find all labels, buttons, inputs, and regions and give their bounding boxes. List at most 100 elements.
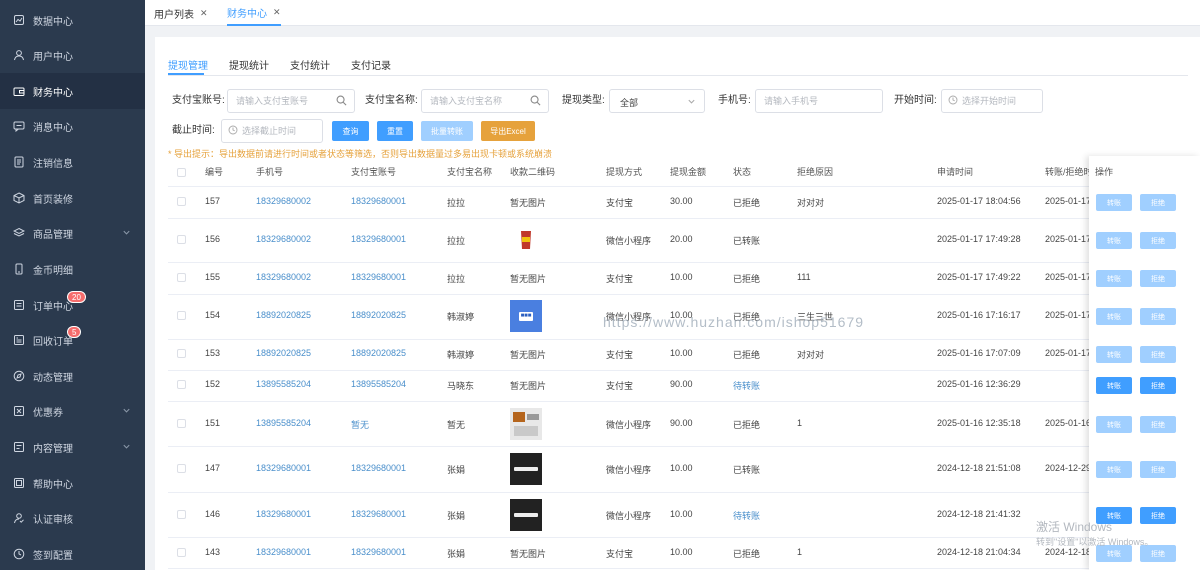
reject-button[interactable]: 拒绝 [1140, 194, 1176, 211]
sidebar-item-13[interactable]: 内容管理 [0, 429, 145, 465]
search-icon[interactable] [530, 95, 541, 109]
batch-transfer-button[interactable]: 批量转账 [421, 121, 473, 141]
cell-alipay-account[interactable]: 18892020825 [351, 348, 406, 358]
sidebar-item-14[interactable]: 帮助中心 [0, 465, 145, 501]
reject-button[interactable]: 拒绝 [1140, 232, 1176, 249]
row-divider [168, 446, 1198, 447]
cell-alipay-account[interactable]: 18329680001 [351, 234, 406, 244]
query-button[interactable]: 查询 [332, 121, 369, 141]
sidebar-item-6[interactable]: 首页装修 [0, 180, 145, 216]
sidebar-item-9[interactable]: 订单中心 20 [0, 287, 145, 323]
transfer-button[interactable]: 转账 [1096, 461, 1132, 478]
reject-button[interactable]: 拒绝 [1140, 308, 1176, 325]
row-divider [168, 401, 1198, 402]
transfer-button[interactable]: 转账 [1096, 308, 1132, 325]
start-time-wrap [941, 89, 1043, 113]
cell-phone[interactable]: 13895585204 [256, 379, 311, 389]
cell-phone[interactable]: 18329680001 [256, 509, 311, 519]
select-all-checkbox[interactable] [177, 168, 186, 177]
cell-amount: 90.00 [670, 379, 693, 389]
cell-phone[interactable]: 13895585204 [256, 418, 311, 428]
row-checkbox[interactable] [177, 510, 186, 519]
cell-phone[interactable]: 18329680002 [256, 234, 311, 244]
sidebar-item-7[interactable]: 商品管理 [0, 215, 145, 251]
verify-icon [13, 512, 25, 524]
reject-button[interactable]: 拒绝 [1140, 507, 1176, 524]
sidebar-item-2[interactable]: 用户中心 [0, 37, 145, 73]
cell-alipay-account[interactable]: 18329680001 [351, 196, 406, 206]
row-checkbox[interactable] [177, 464, 186, 473]
transfer-button[interactable]: 转账 [1096, 270, 1132, 287]
sidebar-item-11[interactable]: 动态管理 [0, 358, 145, 394]
tab-finance-center[interactable]: 财务中心 ✕ [227, 0, 281, 26]
coupon-icon [13, 405, 25, 417]
cell-alipay-account[interactable]: 18329680001 [351, 547, 406, 557]
subtab-withdraw-stats[interactable]: 提现统计 [229, 57, 269, 72]
cell-alipay-account[interactable]: 18329680001 [351, 509, 406, 519]
withdraw-type-select[interactable]: 全部 [609, 89, 705, 113]
sidebar-item-15[interactable]: 认证审核 [0, 500, 145, 536]
transfer-button[interactable]: 转账 [1096, 416, 1132, 433]
row-checkbox[interactable] [177, 419, 186, 428]
row-divider [168, 294, 1198, 295]
row-checkbox[interactable] [177, 311, 186, 320]
search-icon[interactable] [336, 95, 347, 109]
reject-button[interactable]: 拒绝 [1140, 377, 1176, 394]
sidebar-item-16[interactable]: 签到配置 [0, 536, 145, 570]
reject-button[interactable]: 拒绝 [1140, 270, 1176, 287]
transfer-button[interactable]: 转账 [1096, 377, 1132, 394]
row-divider [168, 218, 1198, 219]
qr-code-image [510, 453, 542, 485]
sidebar-item-label: 动态管理 [33, 372, 73, 384]
cell-alipay-account[interactable]: 13895585204 [351, 379, 406, 389]
row-checkbox[interactable] [177, 235, 186, 244]
cell-alipay-account[interactable]: 暂无 [351, 418, 369, 431]
mobile-icon [13, 263, 25, 275]
reject-button[interactable]: 拒绝 [1140, 346, 1176, 363]
watermark-text: https://www.huzhan.com/ishop51679 [603, 314, 865, 330]
cell-alipay-account[interactable]: 18329680001 [351, 463, 406, 473]
close-icon[interactable]: ✕ [200, 8, 208, 19]
cell-phone[interactable]: 18892020825 [256, 310, 311, 320]
recycle-icon [13, 334, 25, 346]
cell-phone[interactable]: 18329680002 [256, 196, 311, 206]
phone-input[interactable] [755, 89, 883, 113]
row-checkbox[interactable] [177, 380, 186, 389]
cell-phone[interactable]: 18329680002 [256, 272, 311, 282]
subtab-pay-records[interactable]: 支付记录 [351, 57, 391, 72]
transfer-button[interactable]: 转账 [1096, 346, 1132, 363]
withdraw-type-label: 提现类型: [562, 95, 605, 106]
sidebar-item-5[interactable]: 注销信息 [0, 144, 145, 180]
sidebar-item-label: 数据中心 [33, 16, 73, 28]
reject-button[interactable]: 拒绝 [1140, 461, 1176, 478]
sidebar-item-3[interactable]: 财务中心 [0, 73, 145, 109]
sidebar-item-10[interactable]: 回收订单 5 [0, 322, 145, 358]
cell-status: 待转账 [733, 381, 761, 391]
cell-alipay-account[interactable]: 18892020825 [351, 310, 406, 320]
cell-phone[interactable]: 18892020825 [256, 348, 311, 358]
transfer-button[interactable]: 转账 [1096, 232, 1132, 249]
cell-alipay-account[interactable]: 18329680001 [351, 272, 406, 282]
tab-label: 财务中心 [227, 8, 267, 20]
compass-icon [13, 370, 25, 382]
reset-button[interactable]: 重置 [377, 121, 413, 141]
subtab-pay-stats[interactable]: 支付统计 [290, 57, 330, 72]
row-checkbox[interactable] [177, 548, 186, 557]
sidebar-item-12[interactable]: 优惠券 [0, 393, 145, 429]
export-excel-button[interactable]: 导出Excel [481, 121, 535, 141]
reject-button[interactable]: 拒绝 [1140, 416, 1176, 433]
sidebar-item-1[interactable]: 数据中心 [0, 2, 145, 38]
sidebar-item-8[interactable]: 金币明细 [0, 251, 145, 287]
cell-withdraw-method: 微信小程序 [606, 236, 652, 246]
close-icon[interactable]: ✕ [273, 7, 281, 18]
cell-phone[interactable]: 18329680001 [256, 463, 311, 473]
transfer-button[interactable]: 转账 [1096, 194, 1132, 211]
row-checkbox[interactable] [177, 349, 186, 358]
sidebar-item-4[interactable]: 消息中心 [0, 108, 145, 144]
tab-user-list[interactable]: 用户列表 ✕ [154, 0, 208, 26]
subtab-withdraw-manage[interactable]: 提现管理 [168, 57, 208, 72]
row-checkbox[interactable] [177, 197, 186, 206]
cell-phone[interactable]: 18329680001 [256, 547, 311, 557]
cell-done-time: 2025-01-17 [1045, 310, 1089, 320]
row-checkbox[interactable] [177, 273, 186, 282]
